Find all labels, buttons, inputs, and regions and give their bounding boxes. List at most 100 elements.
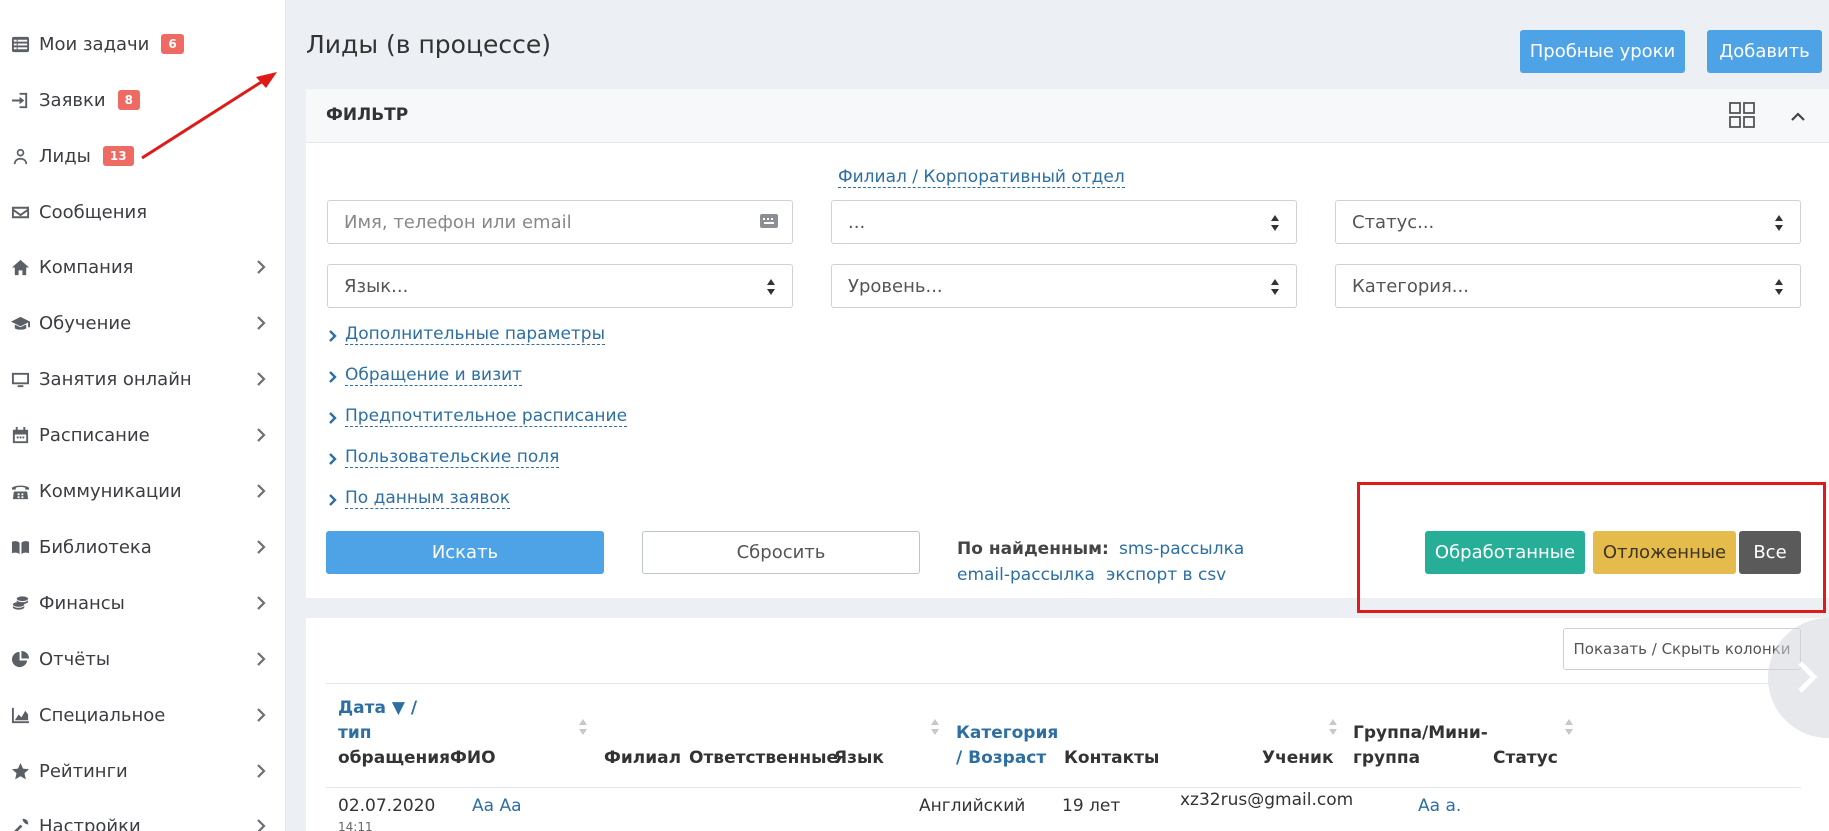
status-select-value: Статус... bbox=[1352, 211, 1435, 233]
date-header[interactable]: Дата ▼ / тип обращения bbox=[338, 696, 450, 771]
chevron-right-icon bbox=[256, 259, 266, 275]
sidebar-item-my-tasks[interactable]: Мои задачи 6 bbox=[0, 24, 286, 64]
status-header[interactable]: Статус bbox=[1493, 746, 1558, 771]
trial-lessons-button[interactable]: Пробные уроки bbox=[1520, 30, 1685, 73]
sidebar-item-company[interactable]: Компания bbox=[0, 247, 286, 287]
sort-icon[interactable] bbox=[1328, 718, 1338, 736]
level-select[interactable]: Уровень... bbox=[831, 264, 1297, 308]
sidebar-item-label: Обучение bbox=[39, 312, 132, 334]
branch-select-value: ... bbox=[848, 211, 866, 233]
user-icon bbox=[9, 145, 31, 167]
sidebar-item-label: Расписание bbox=[39, 424, 150, 446]
toggle-columns-button[interactable]: Показать / Скрыть колонки bbox=[1563, 628, 1801, 670]
sidebar-item-online-classes[interactable]: Занятия онлайн bbox=[0, 359, 286, 399]
select-arrows-icon bbox=[1270, 214, 1280, 232]
sidebar-item-label: Компания bbox=[39, 256, 134, 278]
star-icon bbox=[9, 760, 31, 782]
search-placeholder: Имя, телефон или email bbox=[344, 211, 572, 233]
type-header-label: тип bbox=[338, 723, 372, 743]
search-button[interactable]: Искать bbox=[326, 531, 604, 574]
responsible-header: Ответственные bbox=[689, 748, 839, 768]
contacts-header: Контакты bbox=[1064, 748, 1160, 768]
sidebar-item-special[interactable]: Специальное bbox=[0, 695, 286, 735]
category-age-header[interactable]: Категория / Возраст bbox=[956, 721, 1058, 771]
custom-fields-toggle[interactable]: Пользовательские поля bbox=[328, 447, 560, 468]
chevron-right-icon bbox=[328, 328, 337, 342]
table-header: Дата ▼ / тип обращения ФИО Филиал Ответс… bbox=[326, 683, 1801, 788]
add-button[interactable]: Добавить bbox=[1707, 30, 1822, 73]
graduation-cap-icon bbox=[9, 312, 31, 334]
area-chart-icon bbox=[9, 704, 31, 726]
sidebar-item-requests[interactable]: Заявки 8 bbox=[0, 80, 286, 120]
count-badge: 6 bbox=[161, 34, 184, 54]
section-label: Предпочтительное расписание bbox=[345, 406, 628, 427]
select-arrows-icon bbox=[766, 278, 776, 296]
select-arrows-icon bbox=[1270, 278, 1280, 296]
branch-link[interactable]: Филиал / Корпоративный отдел bbox=[838, 167, 1125, 188]
chevron-right-icon bbox=[328, 492, 337, 506]
csv-export-link[interactable]: экспорт в csv bbox=[1106, 565, 1226, 585]
sidebar-item-schedule[interactable]: Расписание bbox=[0, 415, 286, 455]
fio-header[interactable]: ФИО bbox=[450, 746, 496, 771]
appeal-header-label: обращения bbox=[338, 748, 451, 768]
row-fio-link[interactable]: Аа Аа bbox=[472, 796, 522, 816]
preferred-schedule-toggle[interactable]: Предпочтительное расписание bbox=[328, 406, 628, 427]
requests-data-toggle[interactable]: По данным заявок bbox=[328, 488, 511, 509]
sort-icon[interactable] bbox=[930, 718, 940, 736]
chevron-right-icon bbox=[328, 369, 337, 383]
home-icon bbox=[9, 256, 31, 278]
sidebar-item-messages[interactable]: Сообщения bbox=[0, 192, 286, 232]
branch-select[interactable]: ... bbox=[831, 200, 1297, 244]
keyboard-icon[interactable] bbox=[760, 212, 778, 232]
chevron-right-icon bbox=[256, 371, 266, 387]
sidebar-item-ratings[interactable]: Рейтинги bbox=[0, 751, 286, 791]
section-label: Дополнительные параметры bbox=[345, 324, 606, 345]
sidebar-item-label: Финансы bbox=[39, 592, 125, 614]
chevron-right-icon bbox=[328, 451, 337, 465]
chevron-right-icon bbox=[256, 539, 266, 555]
row-time: 14:11 bbox=[338, 820, 373, 831]
row-language: Английский bbox=[919, 796, 1026, 816]
status-select[interactable]: Статус... bbox=[1335, 200, 1801, 244]
date-header-label: Дата ▼ / bbox=[338, 698, 418, 718]
tools-icon bbox=[9, 815, 31, 831]
sidebar-item-label: Мои задачи bbox=[39, 33, 150, 55]
sidebar-item-communications[interactable]: Коммуникации bbox=[0, 471, 286, 511]
sidebar-item-settings[interactable]: Настройки bbox=[0, 806, 286, 831]
chevron-right-icon bbox=[256, 595, 266, 611]
sidebar-item-finance[interactable]: Финансы bbox=[0, 583, 286, 623]
sort-icon[interactable] bbox=[1564, 718, 1574, 736]
chevron-right-icon bbox=[328, 410, 337, 424]
monitor-icon bbox=[9, 368, 31, 390]
annotation-box bbox=[1357, 482, 1826, 613]
language-header[interactable]: Язык bbox=[834, 746, 884, 771]
sidebar-item-label: Занятия онлайн bbox=[39, 368, 192, 390]
sign-in-icon bbox=[9, 89, 31, 111]
row-student-link[interactable]: Аа а. bbox=[1418, 796, 1461, 816]
sidebar-item-reports[interactable]: Отчёты bbox=[0, 639, 286, 679]
category-select[interactable]: Категория... bbox=[1335, 264, 1801, 308]
page-title: Лиды (в процессе) bbox=[306, 30, 551, 59]
section-label: Пользовательские поля bbox=[345, 447, 560, 468]
sidebar-item-label: Настройки bbox=[39, 815, 141, 831]
sort-icon[interactable] bbox=[578, 718, 588, 736]
sidebar-item-label: Рейтинги bbox=[39, 760, 128, 782]
grid-icon[interactable] bbox=[1728, 101, 1756, 129]
sidebar-item-label: Отчёты bbox=[39, 648, 111, 670]
coins-icon bbox=[9, 592, 31, 614]
sms-mailing-link[interactable]: sms-рассылка bbox=[1119, 539, 1244, 559]
chevron-right-icon bbox=[256, 818, 266, 831]
sidebar-item-library[interactable]: Библиотека bbox=[0, 527, 286, 567]
chevron-up-icon[interactable] bbox=[1790, 107, 1806, 123]
sidebar-item-leads[interactable]: Лиды 13 bbox=[0, 136, 286, 176]
additional-params-toggle[interactable]: Дополнительные параметры bbox=[328, 324, 606, 345]
search-input[interactable]: Имя, телефон или email bbox=[327, 200, 793, 244]
envelope-icon bbox=[9, 201, 31, 223]
sidebar-item-education[interactable]: Обучение bbox=[0, 303, 286, 343]
sidebar-item-label: Коммуникации bbox=[39, 480, 182, 502]
language-select-value: Язык... bbox=[344, 275, 409, 297]
appeal-visit-toggle[interactable]: Обращение и визит bbox=[328, 365, 523, 386]
language-select[interactable]: Язык... bbox=[327, 264, 793, 308]
email-mailing-link[interactable]: email-рассылка bbox=[957, 565, 1095, 585]
reset-button[interactable]: Сбросить bbox=[642, 531, 920, 574]
